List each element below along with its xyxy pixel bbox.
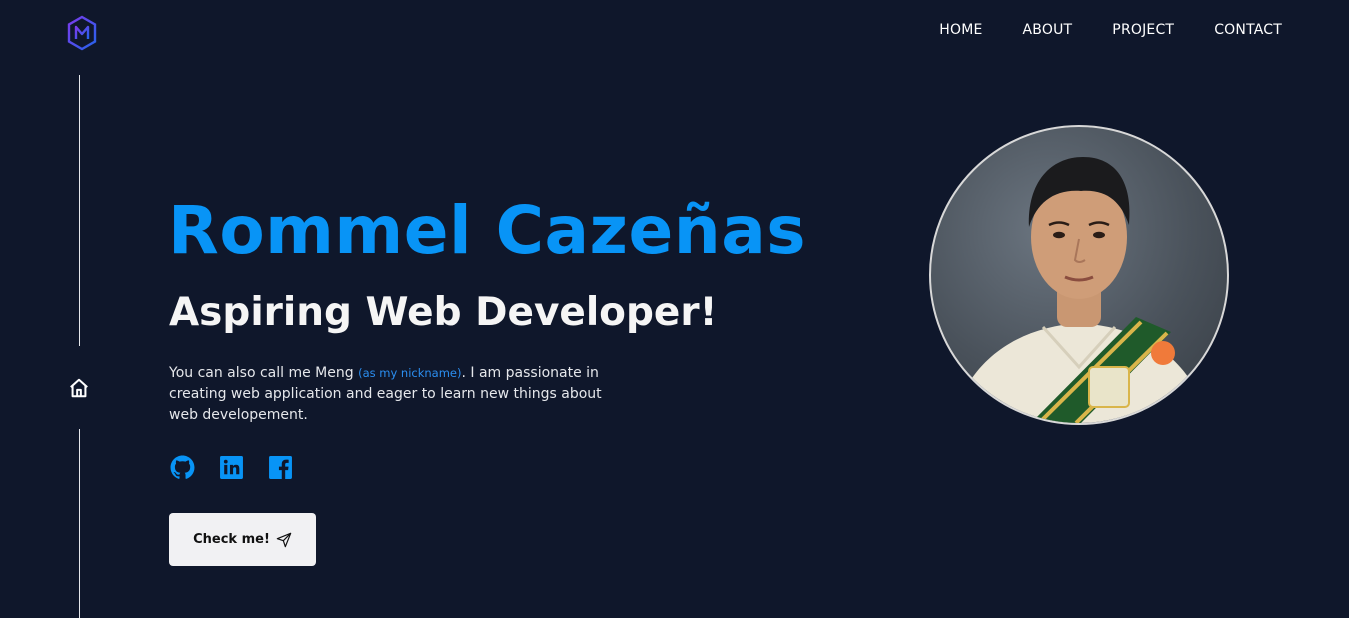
hero-name: Rommel Cazeñas <box>168 192 807 269</box>
linkedin-icon[interactable] <box>219 455 244 480</box>
hero-intro: You can also call me Meng (as my nicknam… <box>169 363 609 426</box>
portfolio-page: HOME ABOUT PROJECT CONTACT Rommel Cazeña… <box>0 0 1349 618</box>
intro-text-start: You can also call me Meng <box>169 365 359 381</box>
check-me-label: Check me! <box>193 532 270 547</box>
nav-home[interactable]: HOME <box>939 22 982 38</box>
profile-photo <box>929 125 1229 425</box>
home-icon[interactable] <box>68 377 90 399</box>
nav-contact[interactable]: CONTACT <box>1214 22 1282 38</box>
nav-about[interactable]: ABOUT <box>1023 22 1073 38</box>
intro-nickname: (as my nickname) <box>358 366 462 380</box>
social-links <box>170 455 293 480</box>
logo-icon[interactable] <box>66 15 98 51</box>
side-rail-line-top <box>79 75 80 346</box>
hero-role: Aspiring Web Developer! <box>169 290 718 335</box>
github-icon[interactable] <box>170 455 195 480</box>
main-nav: HOME ABOUT PROJECT CONTACT <box>939 22 1282 38</box>
facebook-icon[interactable] <box>268 455 293 480</box>
nav-project[interactable]: PROJECT <box>1112 22 1174 38</box>
check-me-button[interactable]: Check me! <box>169 513 316 566</box>
send-icon <box>276 532 292 547</box>
side-rail-line-bottom <box>79 429 80 618</box>
